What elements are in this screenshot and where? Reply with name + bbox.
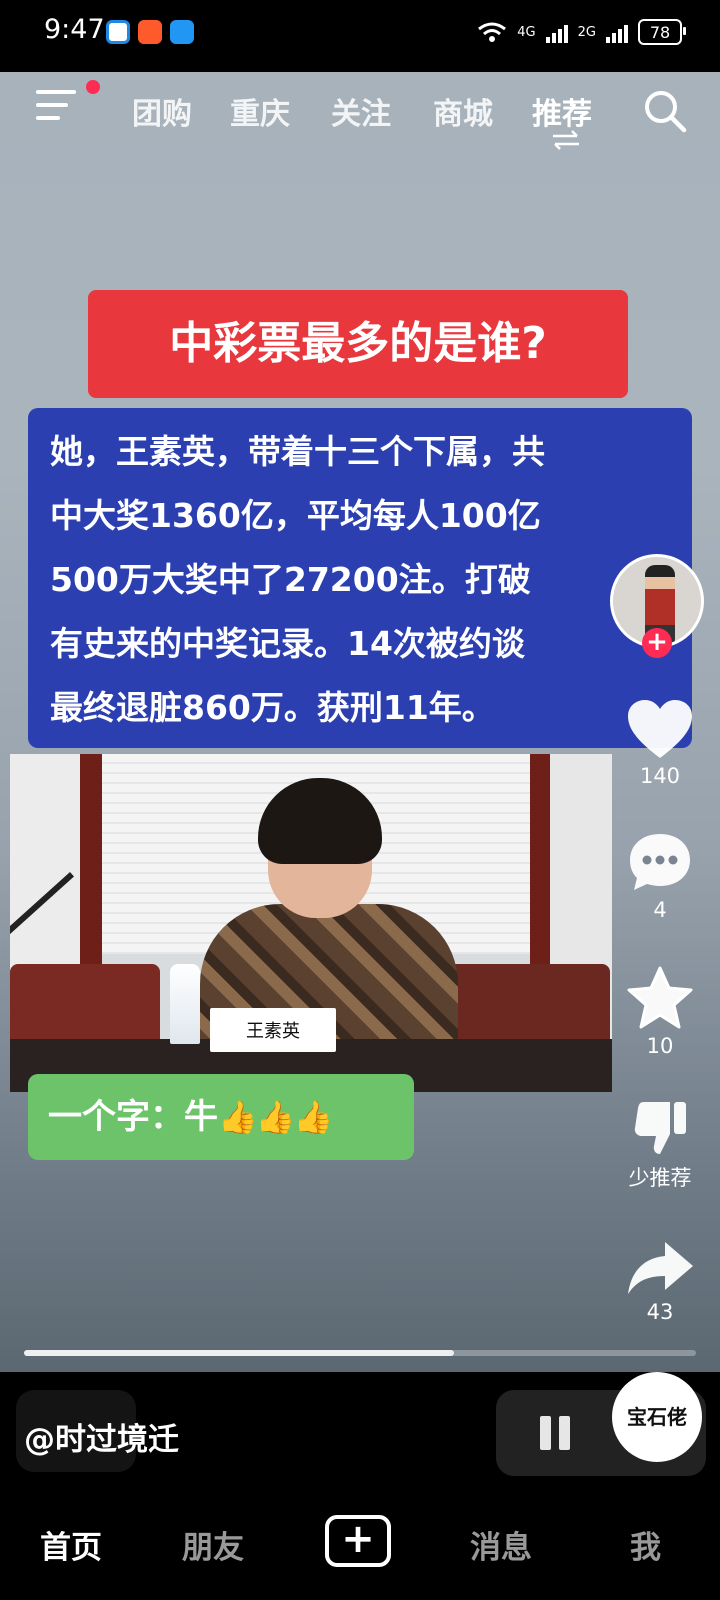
tab-me[interactable]: 我	[630, 1522, 661, 1567]
tab-mall[interactable]: 商城	[433, 89, 493, 133]
tab-following[interactable]: 关注	[331, 89, 391, 133]
comment-count: 4	[653, 898, 667, 922]
comment-icon	[630, 834, 690, 890]
share-arrow-icon	[628, 1242, 693, 1294]
network-4g-label: 4G	[517, 24, 536, 40]
music-disc[interactable]: 宝石佬	[612, 1372, 702, 1462]
menu-icon[interactable]	[36, 90, 76, 120]
tab-home[interactable]: 首页	[40, 1522, 102, 1567]
create-post-button[interactable]: +	[325, 1515, 391, 1567]
water-bottle	[170, 964, 200, 1044]
tab-chongqing[interactable]: 重庆	[230, 89, 290, 133]
wifi-icon	[478, 22, 507, 42]
video-photo: 王素英	[10, 754, 612, 1092]
video-title-banner: 中彩票最多的是谁?	[88, 290, 628, 398]
status-indicators: 4G 2G 78	[477, 14, 686, 50]
star-icon	[627, 966, 693, 1029]
music-disc-label: 宝石佬	[627, 1405, 687, 1429]
video-text-panel: 她，王素英，带着十三个下属，共 中大奖1360亿，平均每人100亿 500万大奖…	[28, 408, 692, 748]
like-count: 140	[639, 764, 681, 788]
follow-button[interactable]: +	[642, 628, 672, 658]
nameplate: 王素英	[210, 1008, 336, 1052]
share-count: 43	[646, 1300, 674, 1324]
status-time: 9:47	[44, 14, 105, 45]
notification-dot	[86, 80, 100, 94]
tab-group-buy[interactable]: 团购	[132, 89, 192, 133]
share-button[interactable]: 43	[618, 1240, 702, 1324]
video-text-line: 最终退脏860万。获刑11年。	[50, 688, 495, 727]
video-caption: 一个字：牛👍👍👍	[28, 1074, 414, 1160]
pause-icon[interactable]	[540, 1416, 574, 1450]
tab-recommended[interactable]: 推荐	[532, 89, 592, 133]
battery-level: 78	[649, 22, 671, 42]
app-notification-icon	[170, 20, 194, 44]
thumbs-down-icon	[634, 1102, 686, 1154]
not-interested-button[interactable]: 少推荐	[618, 1098, 702, 1192]
heart-icon	[628, 700, 692, 758]
network-2g-label: 2G	[577, 24, 596, 40]
progress-fill	[24, 1350, 455, 1356]
favorite-button[interactable]: 10	[618, 966, 702, 1058]
caption-text: 一个字：牛	[48, 1097, 218, 1137]
search-icon[interactable]	[642, 88, 688, 134]
video-progress-bar[interactable]	[24, 1350, 696, 1356]
video-text-line: 她，王素英，带着十三个下属，共	[50, 432, 545, 471]
status-bar: 9:47 4G 2G 78	[0, 0, 720, 64]
thumbs-up-emoji: 👍👍👍	[218, 1098, 334, 1136]
app-notification-icon	[138, 20, 162, 44]
not-interested-label: 少推荐	[628, 1166, 692, 1190]
comment-button[interactable]: 4	[618, 830, 702, 922]
video-text-line: 500万大奖中了27200注。打破	[50, 560, 531, 599]
favorite-count: 10	[646, 1034, 674, 1058]
tab-messages[interactable]: 消息	[470, 1522, 532, 1567]
signal-icon	[545, 21, 568, 43]
tab-friends[interactable]: 朋友	[182, 1522, 244, 1567]
signal-icon	[606, 21, 628, 43]
author-handle[interactable]: @时过境迁	[24, 1414, 179, 1459]
swap-icon	[549, 129, 583, 151]
app-notification-icon	[106, 20, 130, 44]
video-text-line: 中大奖1360亿，平均每人100亿	[50, 496, 541, 535]
battery-icon: 78	[638, 19, 686, 45]
like-button[interactable]: 140	[618, 698, 702, 788]
video-text-line: 有史来的中奖记录。14次被约谈	[50, 624, 525, 663]
